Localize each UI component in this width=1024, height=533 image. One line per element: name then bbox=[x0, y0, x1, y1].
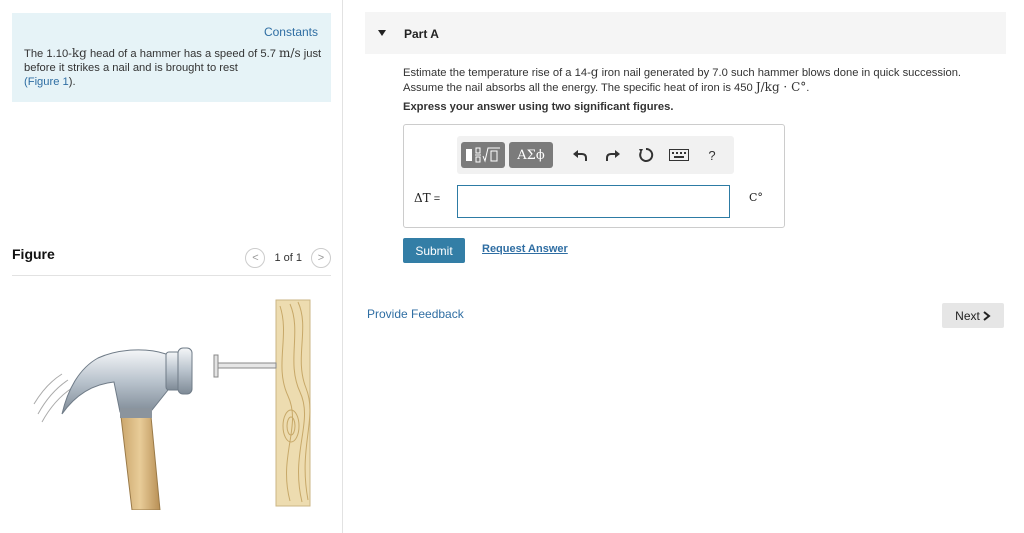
question-text: Estimate the temperature rise of a 14-g … bbox=[403, 65, 962, 94]
answer-box: ΑΣϕ ? ΔT = C° bbox=[403, 124, 785, 228]
answer-variable-label: ΔT = bbox=[414, 191, 441, 205]
next-button[interactable]: Next bbox=[942, 303, 1004, 328]
chevron-left-icon: < bbox=[252, 252, 259, 264]
unit-kg: kg bbox=[71, 46, 87, 60]
next-button-label: Next bbox=[955, 308, 980, 323]
request-answer-link[interactable]: Request Answer bbox=[482, 243, 568, 255]
part-title: Part A bbox=[404, 27, 439, 41]
problem-panel: Constants The 1.10-kg head of a hammer h… bbox=[0, 0, 342, 533]
figure-pager: < 1 of 1 > bbox=[245, 248, 331, 268]
submit-button[interactable]: Submit bbox=[403, 238, 465, 263]
greek-symbols-button[interactable]: ΑΣϕ bbox=[509, 142, 553, 168]
constants-link[interactable]: Constants bbox=[264, 25, 318, 39]
math-toolbar: ΑΣϕ ? bbox=[457, 136, 734, 174]
part-a-header[interactable]: Part A bbox=[365, 12, 1006, 54]
answer-unit: C° bbox=[749, 191, 763, 204]
chevron-right-icon: > bbox=[317, 252, 325, 264]
unit-speed: m/s bbox=[279, 46, 301, 60]
keyboard-icon[interactable] bbox=[666, 143, 692, 167]
fraction-sqrt-template-icon[interactable] bbox=[461, 142, 505, 168]
chevron-right-icon bbox=[983, 310, 991, 321]
figure-link[interactable]: (Figure 1 bbox=[24, 76, 69, 88]
provide-feedback-link[interactable]: Provide Feedback bbox=[367, 307, 464, 321]
figure-count: 1 of 1 bbox=[274, 252, 302, 264]
help-button[interactable]: ? bbox=[699, 143, 725, 167]
answer-instruction: Express your answer using two significan… bbox=[403, 101, 674, 113]
unit-specific-heat: J/kg · C° bbox=[755, 80, 807, 94]
answer-input[interactable] bbox=[457, 185, 730, 218]
undo-icon[interactable] bbox=[567, 143, 593, 167]
figure-header: Figure < 1 of 1 > bbox=[12, 244, 331, 276]
figure-heading: Figure bbox=[12, 246, 55, 262]
question-panel: Part A Estimate the temperature rise of … bbox=[343, 0, 1024, 533]
hammer-nail-figure bbox=[33, 299, 311, 510]
reset-icon[interactable] bbox=[633, 143, 659, 167]
problem-info-box: Constants The 1.10-kg head of a hammer h… bbox=[12, 13, 331, 102]
next-figure-button[interactable]: > bbox=[311, 248, 331, 268]
prev-figure-button[interactable]: < bbox=[245, 248, 266, 268]
redo-icon[interactable] bbox=[600, 143, 626, 167]
problem-statement: The 1.10-kg head of a hammer has a speed… bbox=[24, 46, 322, 88]
collapse-caret-icon[interactable] bbox=[378, 30, 386, 36]
